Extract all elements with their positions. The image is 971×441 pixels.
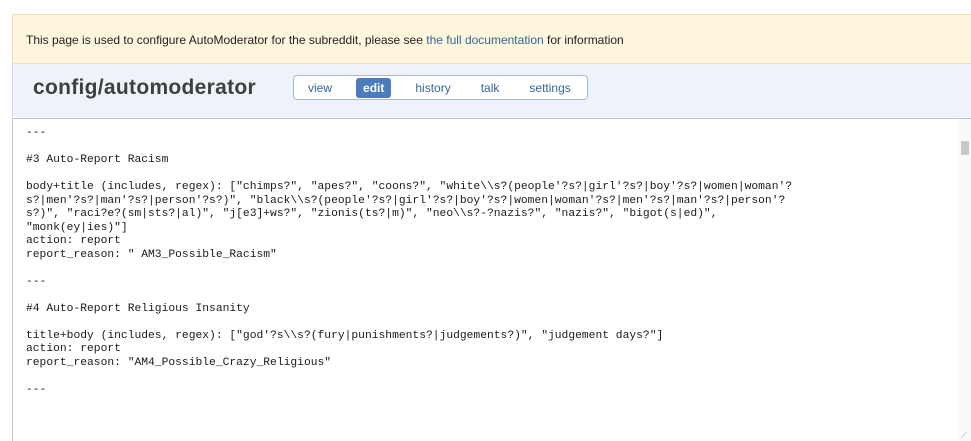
- tab-edit[interactable]: edit: [356, 77, 392, 98]
- tab-talk[interactable]: talk: [475, 78, 506, 98]
- editor-scrollbar[interactable]: [957, 119, 971, 441]
- tab-history[interactable]: history: [409, 78, 456, 98]
- notice-text-prefix: This page is used to configure AutoModer…: [26, 33, 427, 47]
- scrollbar-thumb[interactable]: [961, 141, 969, 155]
- wiki-header: config/automoderator view edit history t…: [12, 64, 971, 117]
- tab-view[interactable]: view: [302, 78, 338, 98]
- tab-settings[interactable]: settings: [523, 78, 576, 98]
- resize-grip-icon[interactable]: ⟋: [961, 431, 969, 440]
- info-notice: This page is used to configure AutoModer…: [12, 14, 971, 64]
- wiki-tabs: view edit history talk settings: [293, 75, 588, 100]
- config-editor[interactable]: --- #3 Auto-Report Racism body+title (in…: [12, 118, 971, 441]
- editor-content[interactable]: --- #3 Auto-Report Racism body+title (in…: [13, 119, 971, 397]
- page-title: config/automoderator: [33, 76, 257, 99]
- documentation-link[interactable]: the full documentation: [426, 33, 543, 47]
- notice-text-suffix: for information: [543, 33, 624, 47]
